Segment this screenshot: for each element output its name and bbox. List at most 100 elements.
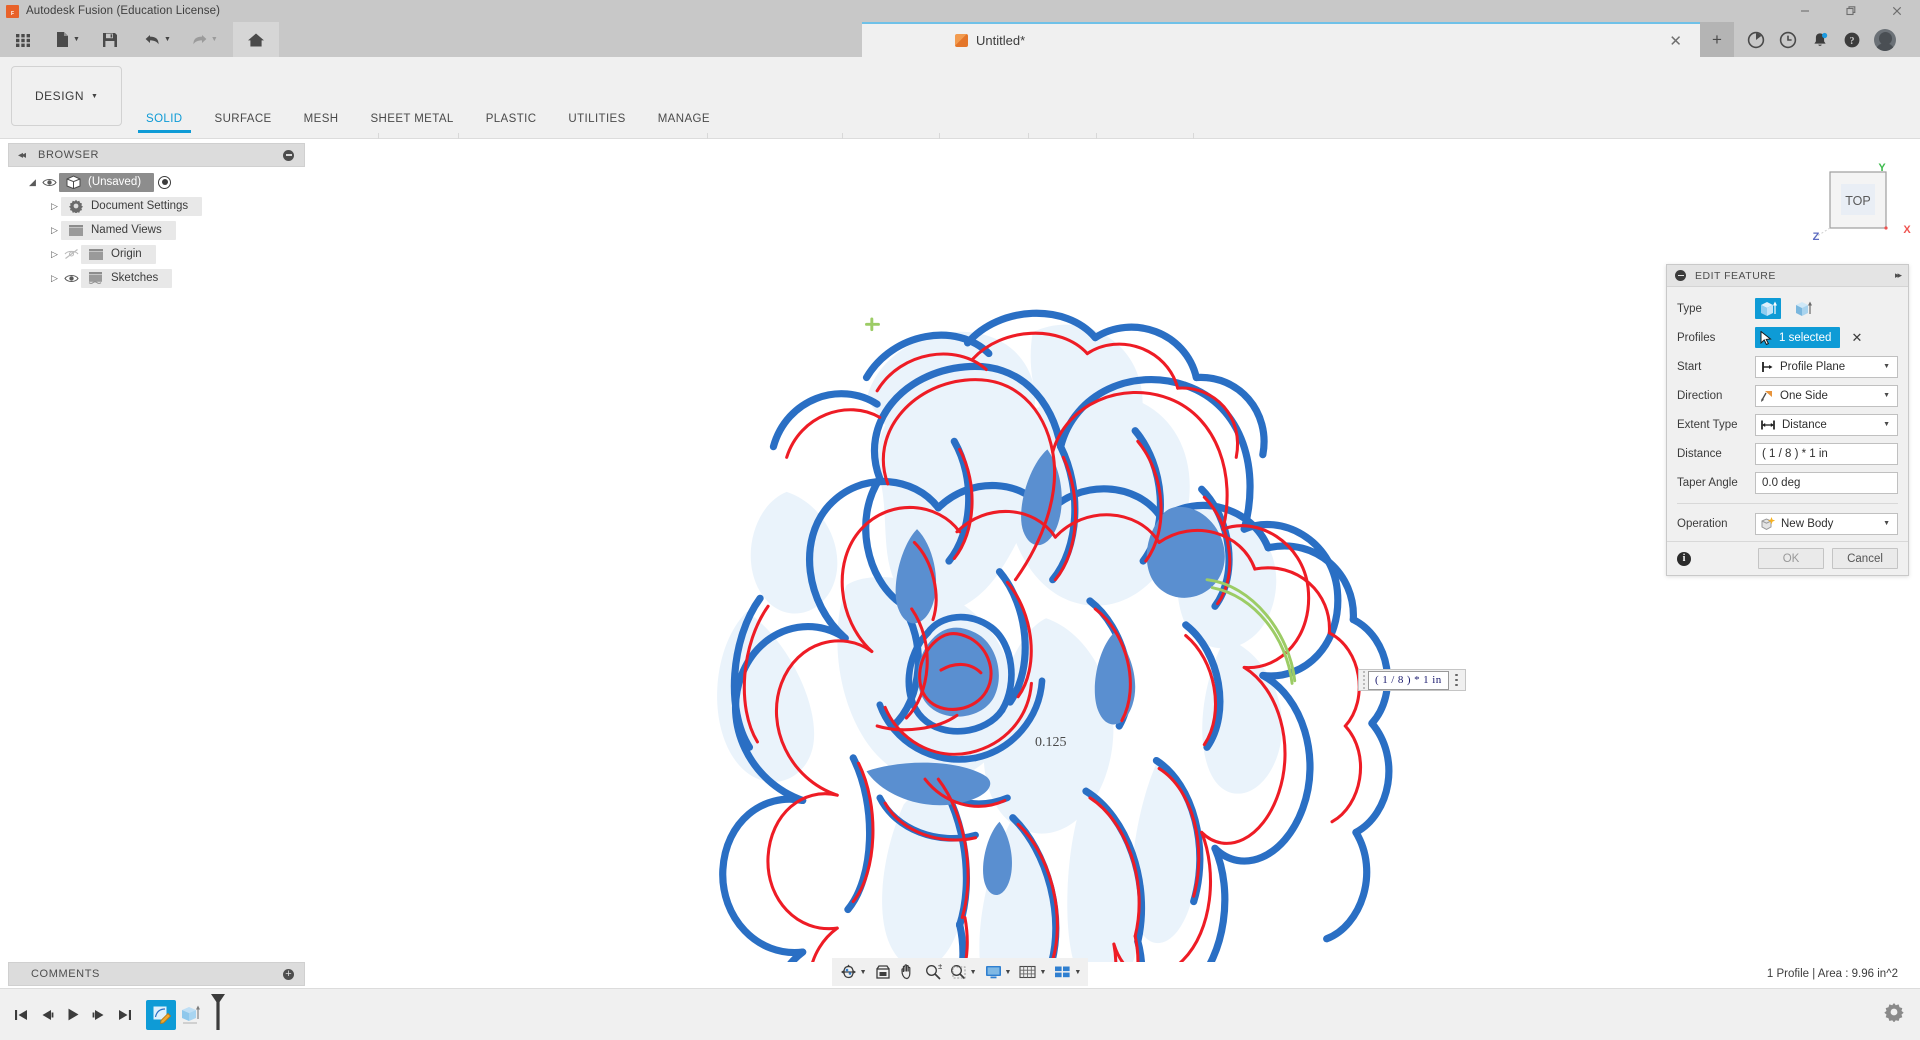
expander-icon[interactable]: ◢ — [26, 177, 39, 188]
fit-icon[interactable] — [871, 959, 895, 985]
chevron-down-icon: ▼ — [969, 968, 977, 976]
zoom-icon[interactable]: ± — [921, 959, 945, 985]
extrude-solid-icon[interactable] — [1755, 298, 1781, 319]
minimize-button[interactable] — [1782, 0, 1828, 22]
minimize-browser-icon[interactable] — [283, 149, 294, 161]
view-cube[interactable]: TOP Y X Z — [1808, 158, 1918, 249]
eye-hidden-icon[interactable] — [61, 248, 81, 260]
chevron-down-icon: ▼ — [1883, 363, 1890, 370]
timeline-settings-icon[interactable] — [1884, 1002, 1904, 1027]
timeline-first-icon[interactable] — [8, 1000, 34, 1030]
viewports-icon[interactable]: ▼ — [1050, 959, 1084, 985]
sketch-feature-icon[interactable] — [146, 999, 176, 1030]
home-icon[interactable] — [232, 22, 279, 57]
tree-node-sketches[interactable]: ▷ Sketches — [8, 266, 305, 290]
expander-icon[interactable]: ▷ — [48, 273, 61, 284]
job-status-icon[interactable] — [1740, 22, 1772, 57]
zoom-window-icon[interactable]: ▼ — [946, 959, 980, 985]
extrude-symmetric-icon[interactable] — [1790, 298, 1816, 319]
help-icon[interactable]: ? — [1836, 22, 1868, 57]
profiles-label: Profiles — [1677, 331, 1716, 344]
expander-icon[interactable]: ▷ — [48, 249, 61, 260]
close-icon[interactable]: ✕ — [1669, 32, 1682, 50]
grid-snap-icon[interactable]: ▼ — [1015, 959, 1049, 985]
recent-icon[interactable] — [1772, 22, 1804, 57]
gear-icon — [67, 199, 85, 213]
tab-mesh[interactable]: MESH — [288, 113, 355, 125]
orbit-icon[interactable]: ▼ — [836, 959, 870, 985]
extent-type-dropdown[interactable]: Distance ▼ — [1755, 413, 1898, 436]
tree-node-unsaved[interactable]: ◢ (Unsaved) — [8, 170, 305, 194]
profiles-selection-button[interactable]: 1 selected — [1755, 327, 1841, 348]
close-button[interactable] — [1874, 0, 1920, 22]
row-type: Type — [1667, 294, 1908, 323]
chevron-down-icon: ▼ — [1883, 392, 1890, 399]
extrude-feature-icon[interactable] — [176, 1000, 206, 1030]
account-avatar[interactable] — [1874, 28, 1896, 51]
timeline-last-icon[interactable] — [112, 1000, 138, 1030]
restore-button[interactable] — [1828, 0, 1874, 22]
distance-inline-input[interactable]: ( 1 / 8 ) * 1 in — [1368, 670, 1449, 690]
title-bar: F Autodesk Fusion (Education License) — [0, 0, 1920, 22]
dimension-input-widget[interactable]: ( 1 / 8 ) * 1 in — [1358, 669, 1466, 691]
document-cube-icon — [64, 175, 82, 189]
activate-component-radio[interactable] — [158, 175, 172, 189]
direction-value: One Side — [1780, 389, 1828, 402]
direction-dropdown[interactable]: One Side ▼ — [1755, 384, 1898, 407]
start-dropdown[interactable]: Profile Plane ▼ — [1755, 355, 1898, 378]
display-settings-icon[interactable]: ▼ — [981, 959, 1015, 985]
info-icon[interactable]: i — [1677, 551, 1691, 566]
document-tab[interactable]: Untitled* ✕ — [862, 22, 1700, 57]
new-file-icon[interactable]: ▼ — [48, 22, 87, 57]
collapse-browser-icon[interactable]: ◂◂ — [18, 150, 26, 161]
distance-input[interactable]: ( 1 / 8 ) * 1 in — [1755, 442, 1898, 465]
svg-text:?: ? — [1850, 36, 1855, 47]
tree-node-origin[interactable]: ▷ Origin — [8, 242, 305, 266]
svg-text:Y: Y — [1878, 162, 1886, 174]
expander-icon[interactable]: ▷ — [48, 201, 61, 212]
drag-grip-icon[interactable] — [1359, 670, 1368, 690]
undo-icon[interactable]: ▼ — [137, 22, 178, 57]
clear-selection-icon[interactable]: ✕ — [1851, 330, 1862, 346]
row-start: Start Profile Plane ▼ — [1667, 352, 1908, 381]
workspace-selector[interactable]: DESIGN ▼ — [11, 66, 122, 126]
more-options-icon[interactable] — [1449, 670, 1465, 690]
expand-dialog-icon[interactable]: ▸▸ — [1895, 270, 1902, 281]
grid-menu-icon[interactable] — [8, 22, 38, 57]
collapse-dialog-icon[interactable] — [1675, 270, 1686, 281]
pan-icon[interactable] — [896, 959, 920, 985]
autodesk-logo-icon: F — [6, 4, 19, 18]
eye-visible-icon[interactable] — [61, 273, 81, 284]
tab-utilities[interactable]: UTILITIES — [552, 113, 641, 125]
operation-dropdown[interactable]: New Body ▼ — [1755, 512, 1898, 535]
redo-icon[interactable]: ▼ — [184, 22, 225, 57]
timeline-next-icon[interactable] — [86, 1000, 112, 1030]
edit-feature-dialog[interactable]: EDIT FEATURE ▸▸ Type Profiles 1 selected… — [1666, 264, 1909, 576]
save-icon[interactable] — [95, 22, 125, 57]
chevron-down-icon: ▼ — [1074, 968, 1082, 976]
ok-button[interactable]: OK — [1758, 548, 1824, 569]
tab-sheet-metal[interactable]: SHEET METAL — [354, 113, 469, 125]
chevron-down-icon: ▼ — [1883, 520, 1890, 527]
browser-title: BROWSER — [38, 149, 100, 161]
timeline-play-icon[interactable] — [60, 1000, 86, 1030]
tab-strip-right: + ? — [1700, 22, 1920, 57]
taper-angle-input[interactable]: 0.0 deg — [1755, 471, 1898, 494]
tab-solid[interactable]: SOLID — [130, 113, 199, 133]
app-title: Autodesk Fusion (Education License) — [26, 5, 220, 17]
tree-node-named-views[interactable]: ▷ Named Views — [8, 218, 305, 242]
cancel-button[interactable]: Cancel — [1832, 548, 1898, 569]
tab-surface[interactable]: SURFACE — [199, 113, 288, 125]
tab-manage[interactable]: MANAGE — [642, 113, 726, 125]
operation-value: New Body — [1781, 517, 1834, 530]
notification-bell-icon[interactable] — [1804, 22, 1836, 57]
new-tab-button[interactable]: + — [1700, 22, 1734, 57]
timeline-marker[interactable] — [208, 992, 228, 1037]
timeline-prev-icon[interactable] — [34, 1000, 60, 1030]
expander-icon[interactable]: ▷ — [48, 225, 61, 236]
tab-plastic[interactable]: PLASTIC — [470, 113, 553, 125]
navigation-bar: ▼ ± ▼ ▼ ▼ ▼ — [831, 958, 1089, 986]
tree-node-document-settings[interactable]: ▷ Document Settings — [8, 194, 305, 218]
eye-visible-icon[interactable] — [39, 177, 59, 188]
one-side-icon — [1761, 390, 1772, 402]
